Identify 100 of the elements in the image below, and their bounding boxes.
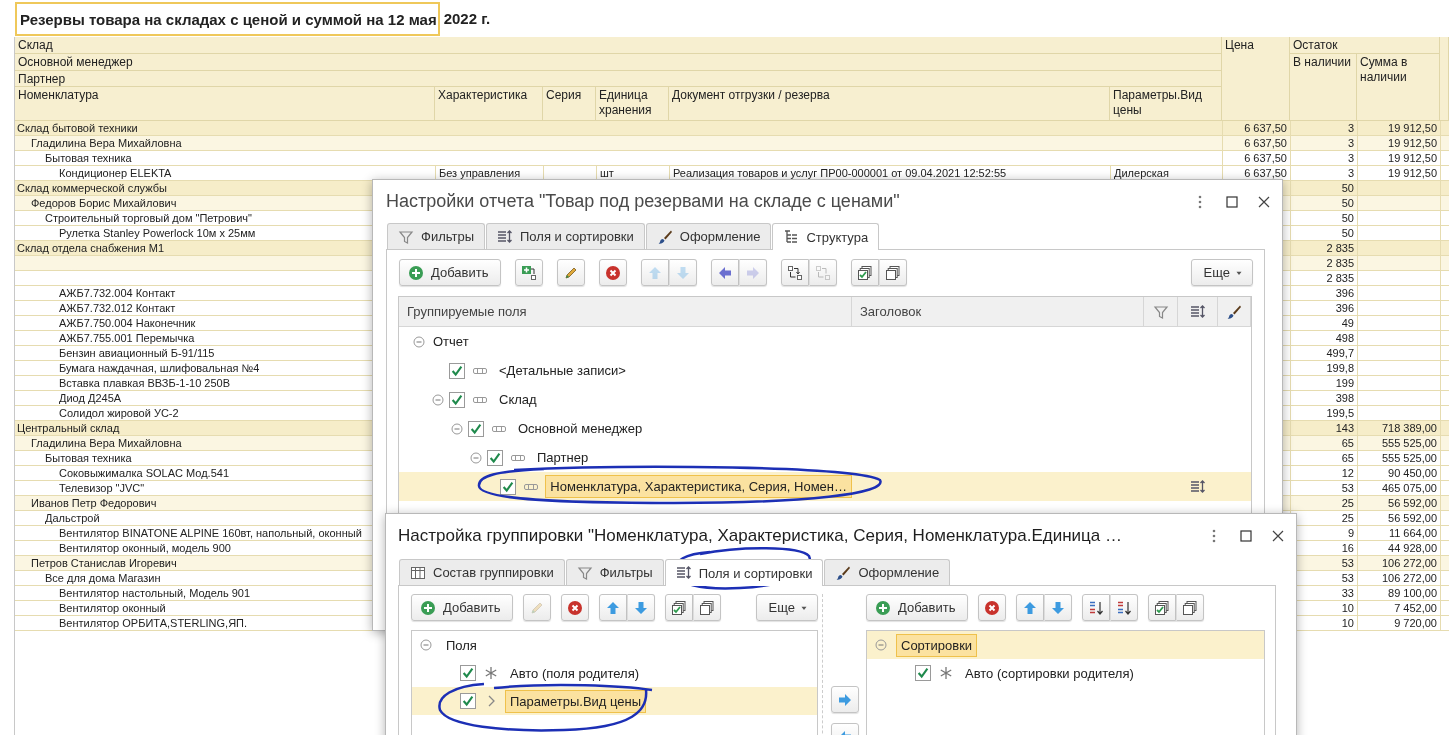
- table-cell: Бытовая техника: [45, 152, 132, 164]
- more-button[interactable]: Еще: [1190, 259, 1253, 286]
- tree-row[interactable]: Авто (поля родителя): [412, 659, 817, 687]
- delete-button[interactable]: [978, 594, 1007, 621]
- tab[interactable]: Фильтры: [565, 559, 664, 585]
- tab[interactable]: Фильтры: [387, 223, 485, 249]
- uncheck-all-button[interactable]: [693, 594, 722, 621]
- column-header: Номенклатура: [15, 87, 435, 121]
- table-cell: Петров Станислав Игоревич: [31, 557, 177, 569]
- tab[interactable]: Структура: [772, 223, 880, 250]
- tab[interactable]: Оформление: [824, 559, 951, 585]
- checkbox[interactable]: [915, 665, 931, 681]
- move-down-button[interactable]: [1044, 594, 1073, 621]
- down-arrow-icon: [633, 599, 650, 616]
- table-cell: Склад отдела снабжения М1: [17, 242, 165, 254]
- table-cell: Вентилятор настольный, Модель 901: [59, 587, 251, 599]
- maximize-icon[interactable]: [1224, 193, 1240, 210]
- tree-row[interactable]: Основной менеджер: [399, 414, 1251, 443]
- table-cell: 65: [1341, 437, 1354, 449]
- tab[interactable]: Состав группировки: [399, 559, 565, 585]
- maximize-icon[interactable]: [1238, 528, 1254, 544]
- move-right-button[interactable]: [830, 686, 859, 713]
- tree-row[interactable]: Авто (сортировки родителя): [867, 659, 1264, 687]
- checkbox[interactable]: [449, 391, 465, 408]
- tree-row[interactable]: Сортировки: [867, 631, 1264, 659]
- tree-row[interactable]: Номенклатура, Характеристика, Серия, Номен…: [399, 472, 1251, 501]
- checkbox[interactable]: [500, 478, 517, 495]
- table-cell: 10: [1341, 617, 1354, 629]
- add-button[interactable]: Добавить: [866, 594, 969, 621]
- checkbox[interactable]: [460, 665, 476, 681]
- column-header: Заголовок: [852, 297, 1144, 326]
- table-cell: 16: [1341, 542, 1354, 554]
- table-cell: 11 664,00: [1388, 527, 1437, 539]
- table-cell: 10: [1341, 602, 1354, 614]
- check-all-icon: [1154, 599, 1171, 616]
- table-cell: 555 525,00: [1381, 437, 1437, 449]
- table-cell: 53: [1341, 482, 1354, 494]
- sort-icon[interactable]: [1189, 303, 1206, 320]
- structure-icon: [783, 229, 800, 245]
- column-header: Единица хранения: [596, 87, 669, 121]
- table-cell: 90 450,00: [1388, 467, 1437, 479]
- add-button[interactable]: Добавить: [411, 594, 514, 621]
- tree-item-label: Поля: [445, 636, 478, 655]
- edit-button[interactable]: [557, 259, 586, 286]
- tree-row[interactable]: <Детальные записи>: [399, 356, 1251, 385]
- table-cell: 2 835: [1326, 272, 1354, 284]
- table-cell: Кондиционер ELEKTA: [59, 167, 172, 179]
- check-all-button[interactable]: [665, 594, 694, 621]
- table-cell: Вставка плавкая ВВЗБ-1-10 250В: [59, 377, 231, 389]
- check-all-button[interactable]: [851, 259, 880, 286]
- brush-icon[interactable]: [1226, 303, 1242, 320]
- move-left-button[interactable]: [711, 259, 740, 286]
- check-all-button[interactable]: [1148, 594, 1177, 621]
- link-icon: [815, 264, 832, 281]
- uncheck-all-icon: [885, 264, 902, 281]
- filter-icon[interactable]: [1152, 303, 1169, 320]
- tree-item-label: Основной менеджер: [517, 420, 644, 438]
- asterisk-icon: [938, 665, 954, 681]
- close-icon[interactable]: [1270, 528, 1286, 544]
- add-group-icon: [521, 264, 538, 281]
- sort-descending-button[interactable]: [1110, 594, 1139, 621]
- tree-row[interactable]: Отчет: [399, 327, 1251, 356]
- tab[interactable]: Поля и сортировки: [664, 559, 824, 586]
- column-header: Цена: [1222, 37, 1290, 121]
- up-arrow-icon: [647, 264, 664, 281]
- table-cell: 2 835: [1326, 242, 1354, 254]
- table-cell: 9 720,00: [1394, 617, 1437, 629]
- table-cell: 50: [1341, 182, 1354, 194]
- add-button[interactable]: Добавить: [399, 259, 502, 286]
- table-icon: [410, 564, 426, 581]
- tree-row[interactable]: Параметры.Вид цены: [412, 687, 817, 715]
- tree-row[interactable]: Поля: [412, 631, 817, 659]
- delete-button[interactable]: [561, 594, 590, 621]
- add-group-button[interactable]: [515, 259, 544, 286]
- tree-item-label: Сортировки: [896, 633, 978, 657]
- link-button[interactable]: [781, 259, 810, 286]
- tree-row[interactable]: Партнер: [399, 443, 1251, 472]
- checkbox[interactable]: [487, 449, 503, 466]
- table-cell: Строительный торговый дом "Петрович": [45, 212, 252, 224]
- checkbox[interactable]: [468, 420, 484, 437]
- move-up-button[interactable]: [1016, 594, 1045, 621]
- table-cell: Дальстрой: [45, 512, 100, 524]
- delete-icon: [605, 264, 622, 281]
- tab[interactable]: Поля и сортировки: [486, 223, 645, 249]
- move-up-button[interactable]: [599, 594, 628, 621]
- uncheck-all-button[interactable]: [1176, 594, 1205, 621]
- delete-button[interactable]: [599, 259, 628, 286]
- tree-row[interactable]: Склад: [399, 385, 1251, 414]
- tree-item-label: Авто (поля родителя): [509, 664, 641, 683]
- table-cell: 465 075,00: [1381, 482, 1437, 494]
- tab[interactable]: Оформление: [645, 223, 772, 249]
- checkbox[interactable]: [449, 362, 465, 379]
- uncheck-all-button[interactable]: [879, 259, 908, 286]
- add-icon: [420, 599, 436, 616]
- more-button[interactable]: Еще: [755, 594, 818, 621]
- tree-item-label: Авто (сортировки родителя): [964, 664, 1135, 683]
- checkbox[interactable]: [460, 693, 476, 709]
- sort-ascending-button[interactable]: [1082, 594, 1111, 621]
- move-down-button[interactable]: [627, 594, 656, 621]
- table-cell: 6 637,50: [1244, 137, 1287, 149]
